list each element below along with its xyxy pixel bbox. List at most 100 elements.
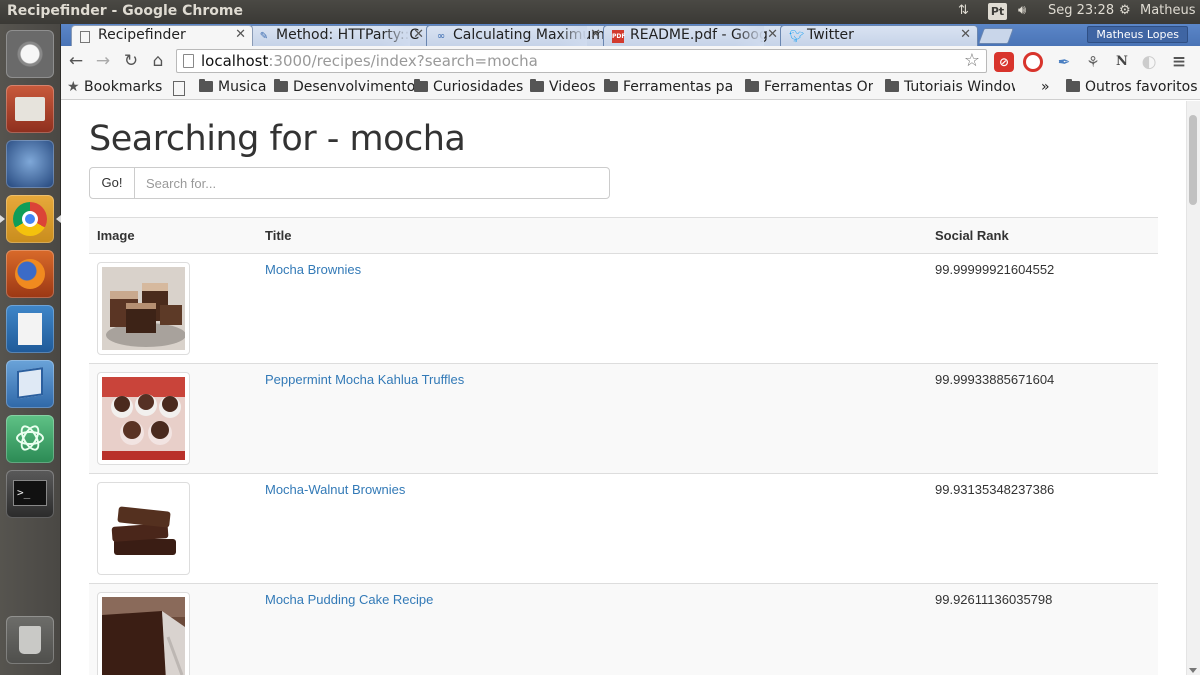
scroll-down-arrow-icon[interactable] xyxy=(1189,668,1197,673)
virtualbox-icon[interactable] xyxy=(6,360,54,408)
close-tab-icon[interactable]: ✕ xyxy=(767,27,778,42)
image-cell xyxy=(89,363,257,474)
page-scrollbar[interactable] xyxy=(1186,101,1200,675)
table-row: Peppermint Mocha Kahlua Truffles 99.9993… xyxy=(89,363,1158,474)
wappalyzer-extension-icon[interactable]: ⚘ xyxy=(1083,52,1103,72)
table-row: Mocha-Walnut Brownies 99.93135348237386 xyxy=(89,473,1158,584)
folder-icon xyxy=(1066,79,1080,92)
bookmarks-overflow-chevron[interactable]: » xyxy=(1041,79,1050,95)
truffles-photo xyxy=(102,377,185,460)
ruby-doc-icon: ✎ xyxy=(259,31,269,42)
tab-strip: Recipefinder ✕ ✎ Method: HTTParty::C ✕ ∞… xyxy=(61,24,1200,46)
folder-icon xyxy=(530,79,544,92)
recipe-thumbnail xyxy=(97,372,190,465)
user-name[interactable]: Matheus xyxy=(1140,3,1196,18)
bookmark-folder-ferramentas-online[interactable]: Ferramentas Online xyxy=(745,79,873,95)
results-table: Image Title Social Rank Mocha Brownies 9… xyxy=(89,217,1158,675)
page-bookmark-icon[interactable] xyxy=(173,81,185,96)
tab-httparty[interactable]: ✎ Method: HTTParty::C ✕ xyxy=(249,25,431,46)
social-rank-cell: 99.93135348237386 xyxy=(927,473,1158,584)
tab-recipefinder[interactable]: Recipefinder ✕ xyxy=(71,25,253,46)
recipe-thumbnail xyxy=(97,262,190,355)
bookmarks-bar: ★ Bookmarks Musica Desenvolvimento Curio… xyxy=(61,76,1200,100)
opera-extension-icon[interactable] xyxy=(1023,52,1043,72)
thunderbird-icon[interactable] xyxy=(6,140,54,188)
page-viewport: Searching for - mocha Go! Image Title So… xyxy=(61,101,1200,675)
title-cell: Mocha Pudding Cake Recipe xyxy=(257,583,927,675)
atom-editor-icon[interactable] xyxy=(6,415,54,463)
twitter-icon: 🐦︎ xyxy=(789,29,805,43)
bookmark-folder-videos[interactable]: Videos xyxy=(530,79,596,95)
close-tab-icon[interactable]: ✕ xyxy=(413,27,424,42)
search-input[interactable] xyxy=(134,167,610,199)
notes-extension-icon[interactable]: N xyxy=(1112,52,1132,72)
bookmark-folder-desenvolvimento[interactable]: Desenvolvimento xyxy=(274,79,415,95)
image-cell xyxy=(89,583,257,675)
files-icon[interactable] xyxy=(6,85,54,133)
browser-toolbar: ← → ↻ ⌂ localhost:3000/recipes/index?sea… xyxy=(61,46,1200,76)
bookmarks-button[interactable]: ★ Bookmarks xyxy=(67,79,162,95)
new-tab-button[interactable] xyxy=(978,28,1014,44)
tab-label: Recipefinder xyxy=(98,27,186,43)
url-path: :3000/recipes/index?search=mocha xyxy=(268,52,538,70)
reload-icon[interactable]: ↻ xyxy=(120,51,142,71)
url-host: localhost xyxy=(201,52,269,70)
ghost-extension-icon[interactable]: ◐ xyxy=(1139,52,1159,72)
clock[interactable]: Seg 23:28 xyxy=(1048,3,1114,18)
browser-window: Recipefinder ✕ ✎ Method: HTTParty::C ✕ ∞… xyxy=(61,24,1200,675)
tab-twitter[interactable]: 🐦︎ Twitter ✕ xyxy=(780,25,978,46)
network-updown-icon[interactable]: ⇅ xyxy=(958,3,969,18)
firefox-icon[interactable] xyxy=(6,250,54,298)
close-tab-icon[interactable]: ✕ xyxy=(590,27,601,42)
recipe-title-link[interactable]: Mocha Pudding Cake Recipe xyxy=(265,592,433,607)
tab-label: Twitter xyxy=(807,27,854,43)
chrome-icon[interactable] xyxy=(6,195,54,243)
home-icon[interactable]: ⌂ xyxy=(147,51,169,71)
pdf-icon: PDF xyxy=(612,30,625,43)
lastpass-extension-icon[interactable]: ⊘ xyxy=(994,52,1014,72)
recipe-title-link[interactable]: Mocha-Walnut Brownies xyxy=(265,482,405,497)
recipe-title-link[interactable]: Mocha Brownies xyxy=(265,262,361,277)
bookmark-folder-musica[interactable]: Musica xyxy=(199,79,266,95)
folder-icon xyxy=(604,79,618,92)
bookmark-label: Musica xyxy=(218,79,267,95)
keyboard-layout-indicator[interactable]: Pt xyxy=(988,3,1007,20)
settings-gear-icon[interactable]: ⚙ xyxy=(1119,3,1131,18)
close-tab-icon[interactable]: ✕ xyxy=(960,27,971,42)
bookmark-folder-curiosidades[interactable]: Curiosidades xyxy=(414,79,523,95)
table-row: Mocha Brownies 99.99999921604552 xyxy=(89,253,1158,364)
libreoffice-writer-icon[interactable] xyxy=(6,305,54,353)
pudding-cake-photo xyxy=(102,597,185,675)
folder-icon xyxy=(745,79,759,92)
profile-button[interactable]: Matheus Lopes xyxy=(1087,26,1188,43)
close-tab-icon[interactable]: ✕ xyxy=(235,27,246,42)
back-arrow-icon[interactable]: ← xyxy=(65,51,87,71)
chrome-menu-icon[interactable]: ≡ xyxy=(1169,52,1189,72)
ubuntu-dash-icon[interactable] xyxy=(6,30,54,78)
volume-icon[interactable]: 🔊︎ xyxy=(1018,3,1026,18)
image-cell xyxy=(89,253,257,364)
bookmark-folder-outros-favoritos[interactable]: Outros favoritos xyxy=(1066,79,1198,95)
terminal-icon[interactable]: >_ xyxy=(6,470,54,518)
recipe-title-link[interactable]: Peppermint Mocha Kahlua Truffles xyxy=(265,372,464,387)
bookmark-star-icon[interactable]: ☆ xyxy=(964,50,980,71)
forward-arrow-icon[interactable]: → xyxy=(92,51,114,71)
tab-readme-pdf[interactable]: PDF README.pdf - Goog ✕ xyxy=(603,25,785,46)
folder-icon xyxy=(414,79,428,92)
folder-icon xyxy=(199,79,213,92)
go-button[interactable]: Go! xyxy=(89,167,135,199)
column-header-image: Image xyxy=(89,217,257,254)
tab-calculating-maximum[interactable]: ∞ Calculating Maximum ✕ xyxy=(426,25,608,46)
star-icon: ★ xyxy=(67,79,80,95)
search-form: Go! xyxy=(89,167,610,199)
address-bar[interactable]: localhost:3000/recipes/index?search=moch… xyxy=(176,49,987,73)
bookmark-folder-ferramentas-para[interactable]: Ferramentas para xyxy=(604,79,733,95)
bookmark-folder-tutoriais-windows[interactable]: Tutoriais Windows xyxy=(885,79,1015,95)
bookmark-label: Desenvolvimento xyxy=(293,79,416,95)
url-text[interactable]: localhost:3000/recipes/index?search=moch… xyxy=(201,52,538,70)
trash-icon[interactable] xyxy=(6,616,54,664)
scrollbar-thumb[interactable] xyxy=(1189,115,1197,205)
page-info-icon[interactable] xyxy=(183,54,194,68)
social-rank-cell: 99.92611136035798 xyxy=(927,583,1158,675)
eyedropper-extension-icon[interactable]: ✒ xyxy=(1054,52,1074,72)
